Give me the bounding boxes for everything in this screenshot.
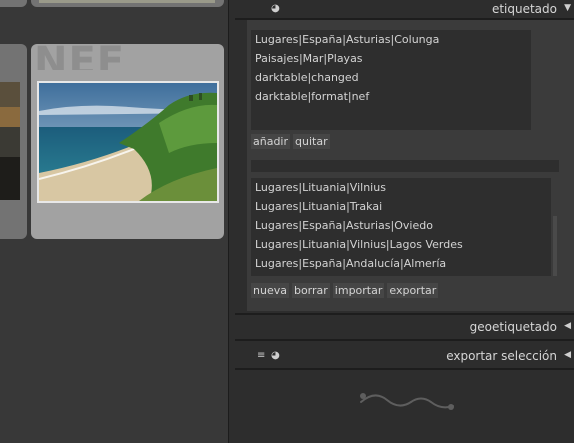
tag-row[interactable]: Paisajes|Mar|Playas [251,49,531,68]
file-extension-label: NEF [34,42,126,70]
tag-row[interactable]: Lugares|Lituania|Vilnius [251,178,551,197]
new-tag-button[interactable]: nueva [251,283,289,298]
thumbnail-cell[interactable] [31,0,224,7]
module-separator [235,368,574,370]
tagging-module-header[interactable]: ◕ etiquetado ▼ [235,0,574,18]
attached-tags-list[interactable]: Lugares|España|Asturias|Colunga Paisajes… [251,30,531,130]
thumbnail-image [0,82,20,200]
collapse-arrow-icon[interactable]: ▼ [564,3,571,13]
tagging-module-body: Lugares|España|Asturias|Colunga Paisajes… [247,20,574,311]
tag-row[interactable]: Lugares|España|Andalucía|Almería [251,254,551,273]
thumbnail-image[interactable] [37,81,219,203]
detach-button[interactable]: quitar [293,134,330,149]
geotagging-module-title: geoetiquetado [469,320,557,334]
module-separator [235,339,574,341]
tag-row[interactable]: Lugares|España|Asturias|Oviedo [251,216,551,235]
dictionary-tags-list[interactable]: Lugares|Lituania|Vilnius Lugares|Lituani… [251,178,551,276]
beach-photo [39,83,217,201]
thumbnail-cell[interactable] [0,0,27,7]
tag-row[interactable]: darktable|format|nef [251,87,531,106]
thumbnail-cell[interactable] [0,44,27,239]
reset-icon[interactable]: ◕ [271,350,280,361]
attach-button[interactable]: añadir [251,134,291,149]
tag-row[interactable]: darktable|changed [251,68,531,87]
tag-row[interactable]: Lugares|España|Asturias|Colunga [251,30,531,49]
tag-row[interactable]: Lugares|Lituania|Trakai [251,197,551,216]
sunset-photo [0,82,20,200]
tagging-module-title: etiquetado [491,2,557,16]
lighttable-grid: NEF [0,0,228,443]
panel-end-ornament-icon [360,393,454,410]
tag-entry-field[interactable] [251,160,559,172]
import-tags-button[interactable]: importar [332,283,385,298]
reset-icon[interactable]: ◕ [271,3,280,14]
expand-arrow-icon[interactable]: ◀ [564,321,571,331]
expand-arrow-icon[interactable]: ◀ [564,350,571,360]
export-module-header[interactable]: ≡ ◕ exportar selección ◀ [235,347,574,365]
presets-icon[interactable]: ≡ [257,350,265,361]
tag-row[interactable]: Lugares|Lituania|Vilnius|Lagos Verdes [251,235,551,254]
module-separator [235,313,574,315]
attached-buttons-row: añadir quitar [251,134,333,149]
export-tags-button[interactable]: exportar [387,283,439,298]
delete-tag-button[interactable]: borrar [291,283,330,298]
right-panel: ◕ etiquetado ▼ Lugares|España|Asturias|C… [228,0,574,443]
geotagging-module-header[interactable]: geoetiquetado ◀ [235,318,574,336]
export-module-title: exportar selección [446,349,557,363]
dictionary-scrollbar[interactable] [553,216,557,276]
dictionary-buttons-row: nueva borrar importar exportar [251,283,441,298]
thumbnail-image [39,0,215,3]
